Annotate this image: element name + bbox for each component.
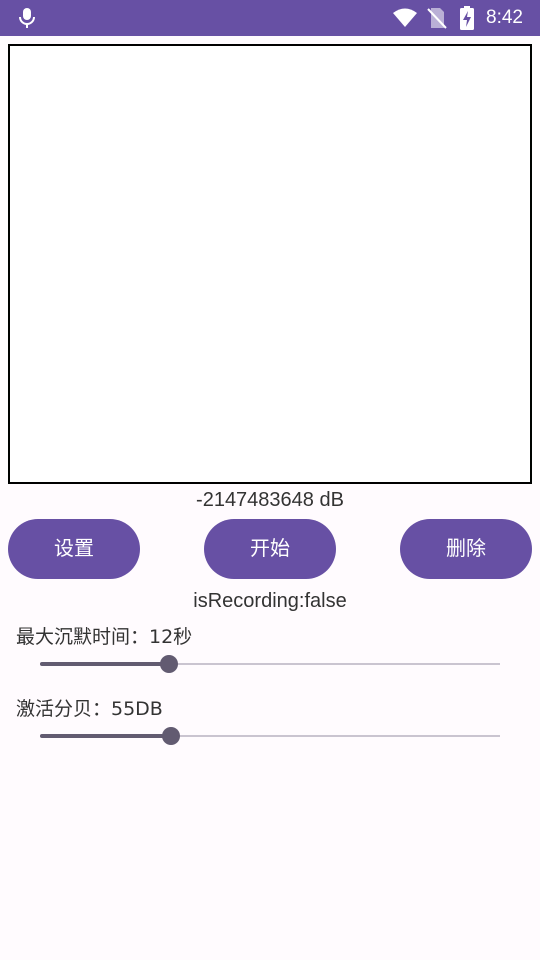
slider-thumb[interactable] xyxy=(159,655,178,673)
waveform-canvas xyxy=(8,44,532,484)
wifi-icon xyxy=(393,8,417,27)
slider-active-track xyxy=(40,662,169,666)
max-silence-label: 最大沉默时间：12秒 xyxy=(16,626,193,648)
mic-icon xyxy=(19,8,35,28)
delete-button[interactable]: 删除 xyxy=(400,519,532,579)
battery-charging-icon xyxy=(460,6,474,30)
activation-db-slider[interactable] xyxy=(40,724,500,748)
settings-button[interactable]: 设置 xyxy=(8,519,140,579)
status-time: 8:42 xyxy=(486,7,523,28)
no-sim-icon xyxy=(427,8,447,29)
slider-active-track xyxy=(40,734,172,738)
decibel-readout: -2147483648 dB xyxy=(196,489,344,511)
start-button[interactable]: 开始 xyxy=(204,519,336,579)
max-silence-slider[interactable] xyxy=(40,652,500,676)
activation-db-label: 激活分贝：55DB xyxy=(16,698,163,720)
recording-status: isRecording:false xyxy=(193,590,347,612)
slider-thumb[interactable] xyxy=(162,727,181,745)
status-bar: 8:42 xyxy=(0,0,540,36)
